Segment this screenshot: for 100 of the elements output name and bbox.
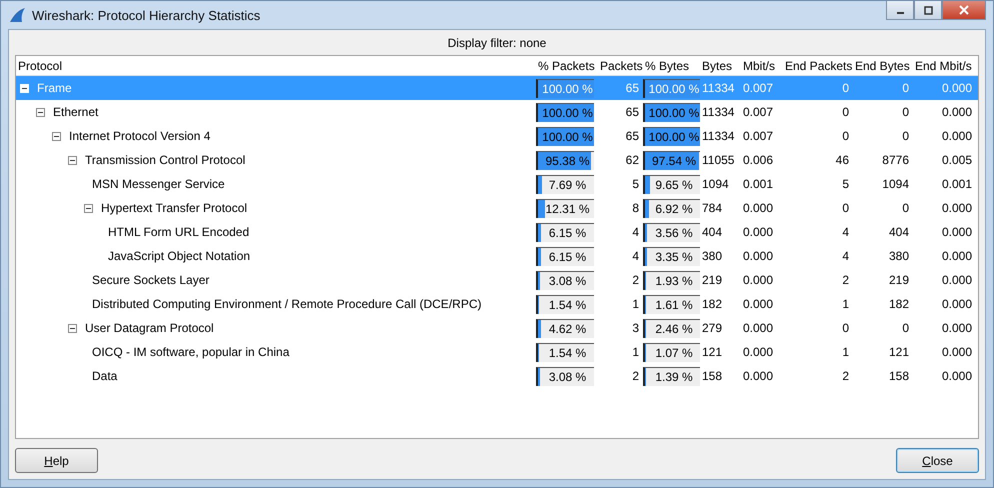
table-cell-text: 11334 <box>701 105 736 119</box>
percent-value: 95.38 % <box>544 152 591 170</box>
table-cell-text: 0 <box>841 81 850 95</box>
percent-value: 100.00 % <box>648 104 700 122</box>
table-row[interactable]: MSN Messenger Service 7.69 % 5 9.65 % 1094 0.001 5 1094 0.001 <box>16 172 978 196</box>
table-cell-text: 0 <box>901 81 910 95</box>
table-cell-text: 4 <box>841 225 850 239</box>
table-cell-text: 2 <box>631 369 640 383</box>
table-cell-text: 1094 <box>881 177 910 191</box>
column-header[interactable]: End Mbit/s <box>913 58 976 72</box>
maximize-icon <box>924 6 932 14</box>
table-cell-text: 0.000 <box>940 273 973 287</box>
table-cell-text: 784 <box>701 201 724 215</box>
protocol-name: MSN Messenger Service <box>92 177 225 191</box>
percent-value: 1.39 % <box>654 368 694 386</box>
table-cell-text: 0.001 <box>742 177 774 191</box>
column-header[interactable]: Mbit/s <box>741 58 783 72</box>
column-header[interactable]: % Packets <box>536 58 598 72</box>
table-row[interactable]: User Datagram Protocol 4.62 % 3 2.46 % 279 0.000 0 0 0.000 <box>16 316 978 340</box>
protocol-name: Hypertext Transfer Protocol <box>101 201 248 215</box>
table-row[interactable]: OICQ - IM software, popular in China 1.54 % 1 1.07 % 121 0.000 1 121 0.000 <box>16 340 978 364</box>
percent-value: 1.54 % <box>548 344 588 362</box>
table-cell-text: 5 <box>841 177 850 191</box>
table-row[interactable]: Distributed Computing Environment / Remote Procedure Call (DCE/RPC) 1.54 % 1 1.61 % 182 0.000 1 182 0.000 <box>16 292 978 316</box>
collapse-icon[interactable] <box>52 132 61 140</box>
percent-value: 100.00 % <box>648 80 700 98</box>
table-row[interactable]: HTML Form URL Encoded 6.15 % 4 3.56 % 404 0.000 4 404 0.000 <box>16 220 978 244</box>
close-icon <box>959 5 969 15</box>
percent-value: 3.56 % <box>654 224 694 242</box>
collapse-icon[interactable] <box>36 108 45 116</box>
column-header[interactable]: End Bytes <box>853 58 913 72</box>
percent-value: 1.07 % <box>654 344 694 362</box>
table-row[interactable]: Hypertext Transfer Protocol 12.31 % 8 6.92 % 784 0.000 0 0 0.000 <box>16 196 978 220</box>
protocol-name: Ethernet <box>53 105 98 119</box>
table-cell-text: 404 <box>701 225 724 239</box>
table-cell-text: 0.000 <box>940 345 973 359</box>
table-cell-text: 1094 <box>701 177 730 191</box>
table-cell-text: 65 <box>624 129 640 143</box>
table-cell-text: 0.000 <box>940 81 973 95</box>
help-button[interactable]: Help <box>15 448 98 473</box>
table-cell-text: 11334 <box>701 129 736 143</box>
table-cell-text: 11334 <box>701 81 736 95</box>
table-cell-text: 0.005 <box>940 153 973 167</box>
table-cell-text: 0.000 <box>940 369 973 383</box>
table-cell-text: 279 <box>701 321 724 335</box>
column-header[interactable]: % Bytes <box>643 58 700 72</box>
percent-value: 100.00 % <box>541 128 594 146</box>
table-cell-text: 65 <box>624 105 640 119</box>
maximize-button[interactable] <box>914 1 942 20</box>
table-cell-text: 219 <box>701 273 724 287</box>
percent-value: 6.92 % <box>654 200 694 218</box>
column-header[interactable]: Packets <box>598 58 643 72</box>
percent-value: 1.61 % <box>654 296 694 314</box>
table-cell-text: 0.000 <box>940 297 973 311</box>
minimize-button[interactable] <box>886 1 914 20</box>
close-dialog-button[interactable]: Close <box>896 448 979 473</box>
table-row[interactable]: Transmission Control Protocol 95.38 % 62 97.54 % 11055 0.006 46 8776 0.005 <box>16 148 978 172</box>
column-header[interactable]: End Packets <box>783 58 853 72</box>
table-cell-text: 0 <box>901 321 910 335</box>
table-cell-text: 1 <box>841 345 850 359</box>
percent-value: 1.54 % <box>548 296 588 314</box>
percent-value: 6.15 % <box>548 248 588 266</box>
column-header[interactable]: Bytes <box>700 58 741 72</box>
table-cell-text: 2 <box>841 273 850 287</box>
table-cell-text: 121 <box>701 345 724 359</box>
percent-value: 1.93 % <box>654 272 694 290</box>
collapse-icon[interactable] <box>68 324 77 332</box>
table-cell-text: 2 <box>631 273 640 287</box>
table-cell-text: 2 <box>841 369 850 383</box>
table-cell-text: 0.000 <box>940 105 973 119</box>
percent-value: 2.46 % <box>654 320 694 338</box>
collapse-icon[interactable] <box>68 156 77 164</box>
column-header[interactable]: Protocol <box>16 58 536 72</box>
table-cell-text: 0 <box>901 201 910 215</box>
percent-value: 100.00 % <box>541 104 594 122</box>
percent-value: 3.08 % <box>548 368 588 386</box>
collapse-icon[interactable] <box>84 204 93 212</box>
table-row[interactable]: JavaScript Object Notation 6.15 % 4 3.35 % 380 0.000 4 380 0.000 <box>16 244 978 268</box>
table-row[interactable]: Internet Protocol Version 4 100.00 % 65 100.00 % 11334 0.007 0 0 0.000 <box>16 124 978 148</box>
table-row[interactable]: Data 3.08 % 2 1.39 % 158 0.000 2 158 0.000 <box>16 364 978 388</box>
table-cell-text: 1 <box>631 297 640 311</box>
minimize-icon <box>896 12 904 14</box>
percent-value: 12.31 % <box>544 200 591 218</box>
table-cell-text: 0 <box>901 105 910 119</box>
table-cell-text: 0.000 <box>940 201 973 215</box>
table-row[interactable]: Secure Sockets Layer 3.08 % 2 1.93 % 219 0.000 2 219 0.000 <box>16 268 978 292</box>
table-cell-text: 0 <box>841 201 850 215</box>
percent-value: 9.65 % <box>654 176 694 194</box>
table-row[interactable]: Ethernet 100.00 % 65 100.00 % 11334 0.007 0 0 0.000 <box>16 100 978 124</box>
table-cell-text: 65 <box>624 81 640 95</box>
table-cell-text: 0 <box>841 321 850 335</box>
table-cell-text: 0 <box>901 129 910 143</box>
table-cell-text: 0.000 <box>742 297 774 311</box>
table-cell-text: 4 <box>631 249 640 263</box>
table-cell-text: 0 <box>841 105 850 119</box>
protocol-name: User Datagram Protocol <box>85 321 214 335</box>
protocol-name: Distributed Computing Environment / Remote Procedure Call (DCE/RPC) <box>92 297 482 311</box>
table-cell-text: 0.000 <box>940 225 973 239</box>
close-button[interactable] <box>942 1 986 20</box>
table-cell-text: 0.000 <box>742 225 774 239</box>
